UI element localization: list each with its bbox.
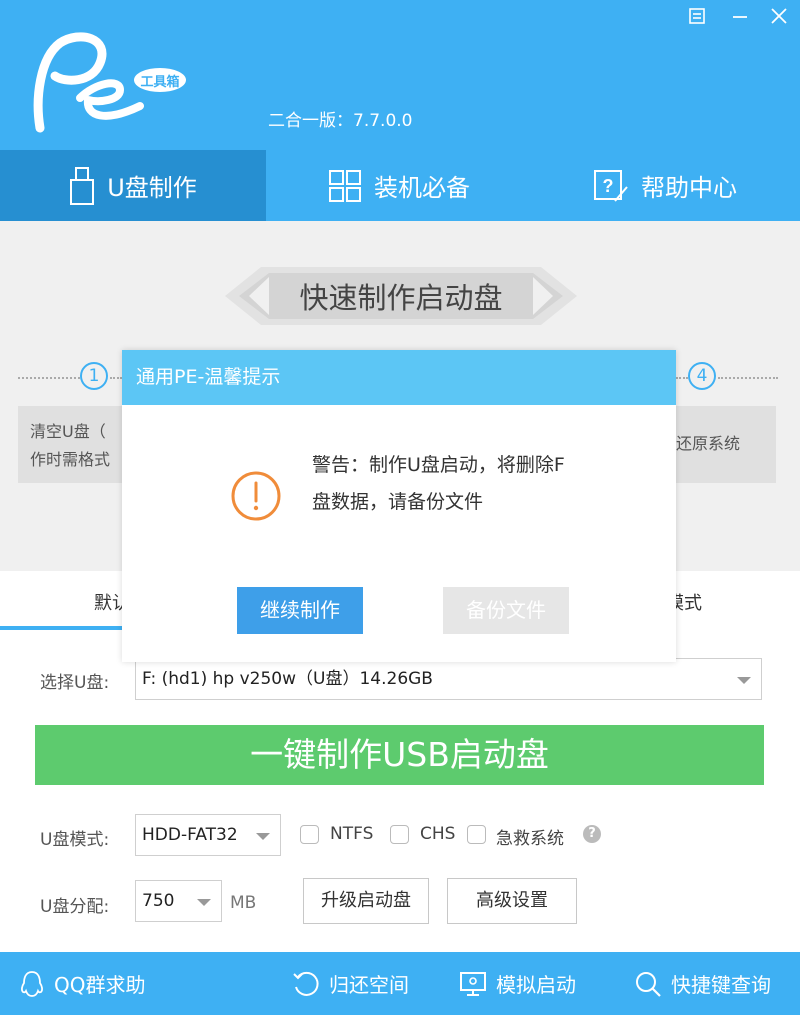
monitor-icon xyxy=(458,969,488,999)
close-icon[interactable] xyxy=(766,6,792,33)
shortcut-query-button[interactable]: 快捷键查询 xyxy=(633,952,771,1015)
minimize-icon[interactable] xyxy=(727,6,753,32)
chs-checkbox[interactable] xyxy=(390,825,409,844)
partition-label: U盘分配: xyxy=(40,897,110,917)
restore-space-button[interactable]: 归还空间 xyxy=(291,952,409,1015)
step-1-box: 清空U盘（ 作时需格式 xyxy=(18,406,122,483)
warning-icon xyxy=(231,471,281,521)
app-header: 工具箱 二合一版：7.7.0.0 xyxy=(0,0,800,150)
ntfs-label: NTFS xyxy=(330,824,374,844)
step-dots-left-2 xyxy=(110,377,122,379)
step-number-1: 1 xyxy=(80,362,108,390)
banner-title: 快速制作启动盘 xyxy=(299,281,503,315)
svg-text:?: ? xyxy=(603,176,614,196)
simulate-boot-button[interactable]: 模拟启动 xyxy=(458,952,576,1015)
qq-icon xyxy=(18,969,46,999)
dialog-message: 警告：制作U盘启动，将删除F 盘数据，请备份文件 xyxy=(312,447,612,521)
advanced-settings-button[interactable]: 高级设置 xyxy=(447,878,577,924)
menu-icon[interactable] xyxy=(684,6,710,32)
logo-text: 工具箱 xyxy=(140,74,179,89)
usb-icon xyxy=(69,166,95,206)
shortcut-query-label: 快捷键查询 xyxy=(671,973,771,997)
restore-icon xyxy=(291,969,321,999)
upgrade-button[interactable]: 升级启动盘 xyxy=(303,878,429,924)
dialog-message-line1: 警告：制作U盘启动，将删除F xyxy=(312,454,565,476)
grid-icon xyxy=(328,169,362,203)
partition-unit: MB xyxy=(230,893,257,913)
usb-mode-value: HDD-FAT32 xyxy=(142,825,238,845)
chevron-down-icon xyxy=(737,677,751,684)
tab-help[interactable]: ? 帮助中心 xyxy=(532,150,798,221)
usb-select-value: F: (hd1) hp v250w（U盘）14.26GB xyxy=(142,669,433,689)
continue-button[interactable]: 继续制作 xyxy=(237,587,363,634)
chevron-down-icon xyxy=(197,899,211,906)
backup-files-button[interactable]: 备份文件 xyxy=(443,587,569,634)
active-mode-indicator xyxy=(0,626,122,630)
step-1-line2: 作时需格式 xyxy=(30,450,111,469)
step-dots-right xyxy=(676,377,688,379)
tab-essentials-label: 装机必备 xyxy=(374,174,470,202)
partition-select[interactable]: 750 xyxy=(135,880,222,922)
help-icon: ? xyxy=(593,169,629,203)
make-usb-button[interactable]: 一键制作USB启动盘 xyxy=(35,725,764,785)
question-icon[interactable]: ? xyxy=(583,825,601,843)
dialog-title: 通用PE-温馨提示 xyxy=(122,350,676,405)
partition-value: 750 xyxy=(142,891,175,911)
usb-select[interactable]: F: (hd1) hp v250w（U盘）14.26GB xyxy=(135,658,762,700)
step-4-text: 还原系统 xyxy=(676,434,741,453)
step-1-line1: 清空U盘（ xyxy=(30,422,106,441)
main-nav: U盘制作 装机必备 ? 帮助中心 xyxy=(0,150,800,221)
chs-label: CHS xyxy=(420,824,456,844)
version-label: 二合一版：7.7.0.0 xyxy=(268,111,413,131)
qq-help-label: QQ群求助 xyxy=(54,973,146,997)
usb-select-label: 选择U盘: xyxy=(40,673,110,693)
restore-space-label: 归还空间 xyxy=(329,973,409,997)
step-number-4: 4 xyxy=(688,362,716,390)
chevron-down-icon xyxy=(256,833,270,840)
pe-logo: 工具箱 xyxy=(33,32,186,133)
rescue-label: 急救系统 xyxy=(496,829,564,849)
step-dots-left xyxy=(18,377,80,379)
dialog-message-line2: 盘数据，请备份文件 xyxy=(312,491,484,513)
tab-usb-make[interactable]: U盘制作 xyxy=(0,150,266,221)
tab-help-label: 帮助中心 xyxy=(641,174,737,202)
rescue-checkbox[interactable] xyxy=(467,825,486,844)
warning-dialog: 通用PE-温馨提示 警告：制作U盘启动，将删除F 盘数据，请备份文件 继续制作 … xyxy=(122,350,676,662)
step-dots-right-2 xyxy=(718,377,778,379)
simulate-boot-label: 模拟启动 xyxy=(496,973,576,997)
tab-usb-make-label: U盘制作 xyxy=(107,174,197,202)
step-4-box: 还原系统 xyxy=(676,406,776,483)
ntfs-checkbox[interactable] xyxy=(300,825,319,844)
qq-help-button[interactable]: QQ群求助 xyxy=(18,952,145,1015)
search-icon xyxy=(633,969,663,999)
usb-mode-label: U盘模式: xyxy=(40,830,110,850)
usb-mode-select[interactable]: HDD-FAT32 xyxy=(135,814,281,856)
tab-essentials[interactable]: 装机必备 xyxy=(266,150,532,221)
footer-bar: QQ群求助 归还空间 模拟启动 快捷键查询 xyxy=(0,952,800,1015)
